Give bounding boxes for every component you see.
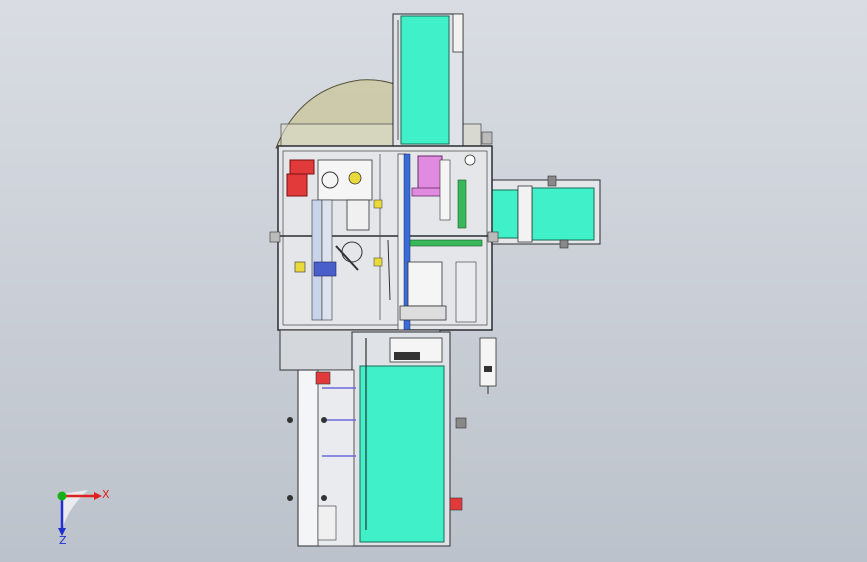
machine-assembly-model[interactable] xyxy=(0,0,867,562)
left-lifter xyxy=(287,369,356,547)
top-conveyor-belt xyxy=(400,15,450,145)
cad-viewport[interactable]: X Z xyxy=(0,0,867,562)
bottom-conveyor xyxy=(351,331,467,547)
top-conveyor xyxy=(392,13,464,147)
red-motor xyxy=(286,173,308,197)
green-rail xyxy=(409,239,483,247)
bottom-conveyor-belt xyxy=(359,365,445,543)
magenta-block xyxy=(417,155,443,191)
x-axis-label: X xyxy=(102,488,110,501)
control-pendant xyxy=(479,337,497,394)
side-conveyor-belt-left xyxy=(491,189,519,239)
side-conveyor xyxy=(487,175,601,249)
side-conveyor-belt-right xyxy=(531,187,595,241)
y-axis-point xyxy=(57,491,67,501)
axis-triad: X Z xyxy=(57,488,110,546)
z-axis-label: Z xyxy=(59,534,67,546)
